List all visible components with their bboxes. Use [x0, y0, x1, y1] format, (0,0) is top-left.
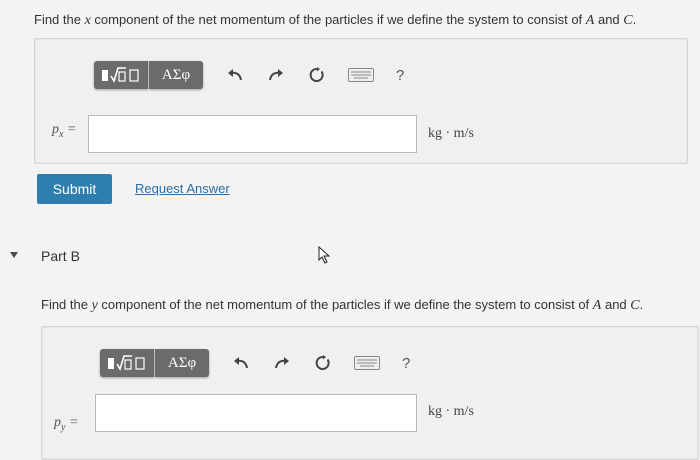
- part-a-answer-panel: ΑΣφ ? px = kg · m/s: [34, 38, 688, 164]
- py-label: py =: [54, 415, 79, 433]
- part-a-toolbar: ΑΣφ ?: [94, 61, 404, 89]
- undo-icon[interactable]: [229, 351, 253, 375]
- templates-button[interactable]: [94, 61, 148, 89]
- undo-icon[interactable]: [223, 63, 247, 87]
- templates-icon: [102, 67, 139, 83]
- keyboard-icon[interactable]: [352, 351, 382, 375]
- greek-symbols-button[interactable]: ΑΣφ: [155, 349, 209, 377]
- submit-button[interactable]: Submit: [37, 174, 112, 204]
- part-b-answer-panel: ΑΣφ ? py = kg · m/s: [41, 326, 699, 460]
- greek-symbols-button[interactable]: ΑΣφ: [149, 61, 203, 89]
- redo-icon[interactable]: [264, 63, 288, 87]
- px-unit: kg · m/s: [428, 126, 474, 141]
- reset-icon[interactable]: [311, 351, 335, 375]
- mouse-cursor-icon: [318, 246, 331, 264]
- help-icon[interactable]: ?: [402, 355, 410, 372]
- templates-icon: [108, 355, 145, 371]
- collapse-caret-icon[interactable]: [10, 252, 18, 258]
- part-b-question: Find the y component of the net momentum…: [41, 297, 644, 313]
- py-unit: kg · m/s: [428, 404, 474, 419]
- part-b-header[interactable]: Part B: [0, 240, 700, 272]
- px-label: px =: [52, 122, 77, 140]
- keyboard-icon[interactable]: [346, 63, 376, 87]
- part-b-title: Part B: [41, 248, 80, 264]
- part-a-question: Find the x component of the net momentum…: [34, 12, 637, 28]
- redo-icon[interactable]: [270, 351, 294, 375]
- help-icon[interactable]: ?: [396, 67, 404, 84]
- part-b-toolbar: ΑΣφ ?: [100, 349, 410, 377]
- reset-icon[interactable]: [305, 63, 329, 87]
- py-answer-input[interactable]: [95, 394, 417, 432]
- px-answer-input[interactable]: [88, 115, 417, 153]
- templates-button[interactable]: [100, 349, 154, 377]
- request-answer-link[interactable]: Request Answer: [135, 181, 230, 196]
